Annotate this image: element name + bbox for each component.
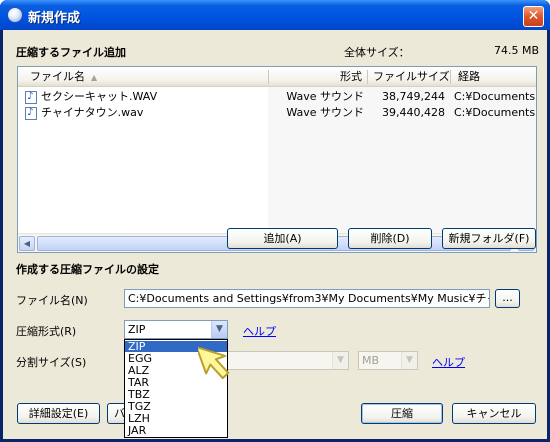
format-select-value: ZIP: [128, 323, 146, 336]
filename-label: ファイル名(N): [16, 294, 88, 307]
column-header-path[interactable]: 経路: [454, 67, 534, 87]
compress-button[interactable]: 圧縮: [361, 403, 443, 424]
column-label-size: ファイルサイズ: [373, 70, 450, 83]
format-option-tgz[interactable]: TGZ: [125, 401, 227, 412]
close-button[interactable]: ✕: [523, 6, 544, 27]
new-folder-button[interactable]: 新規フォルダ(F): [442, 228, 536, 249]
table-row[interactable]: チャイナタウン.wav Wave サウンド 39,440,428 C:¥Docu…: [18, 105, 536, 121]
chevron-down-icon[interactable]: ▼: [211, 321, 227, 338]
detail-settings-button[interactable]: 詳細設定(E): [17, 403, 100, 424]
file-list-body: セクシーキャット.WAV Wave サウンド 38,749,244 C:¥Doc…: [18, 87, 536, 233]
split-unit-value: MB: [362, 354, 380, 367]
total-size-value: 74.5 MB: [494, 44, 540, 57]
column-header-type[interactable]: 形式: [270, 67, 366, 87]
cancel-button[interactable]: キャンセル: [452, 403, 536, 424]
column-label-path: 経路: [458, 70, 480, 83]
chevron-down-icon[interactable]: ▼: [401, 352, 417, 369]
table-row[interactable]: セクシーキャット.WAV Wave サウンド 38,749,244 C:¥Doc…: [18, 89, 536, 105]
file-type: Wave サウンド: [286, 106, 364, 119]
dialog-window: 新規作成 ✕ 圧縮するファイル追加 全体サイズ： 74.5 MB ファイル名 ▲ …: [0, 0, 550, 442]
format-option-lzh[interactable]: LZH: [125, 413, 227, 424]
format-select[interactable]: ZIP ▼: [124, 320, 228, 339]
chevron-down-icon[interactable]: ▼: [332, 352, 348, 369]
column-divider[interactable]: [268, 70, 269, 84]
split-size-label: 分割サイズ(S): [16, 356, 87, 369]
browse-button[interactable]: ...: [495, 289, 520, 308]
delete-button[interactable]: 削除(D): [348, 228, 432, 249]
file-type: Wave サウンド: [286, 90, 364, 103]
file-path: C:¥Documents and Settings¥from3¥My Docum…: [454, 90, 536, 103]
split-help-link[interactable]: ヘルプ: [432, 354, 465, 370]
file-name: チャイナタウン.wav: [41, 106, 144, 119]
format-option-tbz[interactable]: TBZ: [125, 389, 227, 400]
column-divider[interactable]: [367, 70, 368, 84]
column-header-size[interactable]: ファイルサイズ: [369, 67, 450, 87]
file-name: セクシーキャット.WAV: [41, 90, 158, 103]
split-size-select[interactable]: ▼: [227, 351, 349, 370]
column-label-type: 形式: [340, 70, 362, 83]
column-divider[interactable]: [450, 70, 451, 84]
format-help-link[interactable]: ヘルプ: [243, 323, 276, 339]
add-files-heading: 圧縮するファイル追加: [16, 46, 126, 59]
dialog-body: 圧縮するファイル追加 全体サイズ： 74.5 MB ファイル名 ▲ 形式 ファイル…: [3, 30, 547, 439]
file-path: C:¥Documents and Settings¥from3¥My Docum…: [454, 106, 536, 119]
file-size: 39,440,428: [382, 106, 445, 119]
split-unit-select[interactable]: MB ▼: [358, 351, 418, 370]
filename-input[interactable]: C:¥Documents and Settings¥from3¥My Docum…: [124, 289, 490, 308]
title-bar[interactable]: 新規作成 ✕: [0, 0, 550, 30]
column-header-filename[interactable]: ファイル名 ▲: [26, 67, 266, 87]
app-icon: [7, 7, 23, 23]
sort-ascending-icon: ▲: [91, 73, 98, 82]
file-list[interactable]: ファイル名▲ 形式 ファイルサイズ 経路 セクシー: [17, 66, 537, 253]
wave-file-icon: [25, 89, 37, 105]
add-button[interactable]: 追加(A): [227, 228, 338, 249]
scroll-left-button[interactable]: ◀: [19, 236, 35, 251]
pointer-arrow-icon: [198, 346, 230, 380]
file-list-header: ファイル名 ▲ 形式 ファイルサイズ 経路: [18, 67, 536, 87]
format-option-jar[interactable]: JAR: [125, 425, 227, 436]
wave-file-icon: [25, 105, 37, 121]
column-label-filename: ファイル名: [30, 70, 85, 83]
settings-heading: 作成する圧縮ファイルの設定: [16, 263, 159, 276]
total-size-label: 全体サイズ：: [344, 46, 410, 59]
window-title: 新規作成: [28, 11, 81, 26]
file-size: 38,749,244: [382, 90, 445, 103]
format-label: 圧縮形式(R): [16, 325, 77, 338]
